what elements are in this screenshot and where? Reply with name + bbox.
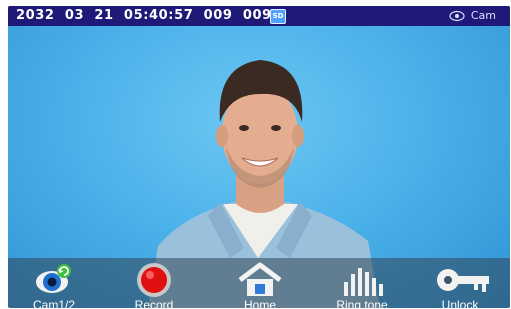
key-icon xyxy=(437,269,489,292)
record-button[interactable]: Record xyxy=(114,258,194,308)
unlock-label: Unlock xyxy=(441,298,479,308)
camera-eye-icon xyxy=(36,264,71,293)
camera-indicator: Cam xyxy=(449,9,496,22)
home-icon xyxy=(238,262,282,296)
ringtone-icon xyxy=(344,268,383,296)
record-label: Record xyxy=(134,298,174,308)
cam-switch-label: Cam1/2 xyxy=(32,298,76,308)
ringtone-label: Ring tone xyxy=(336,298,388,308)
status-bar: 2032 03 21 05:40:57 009 009 SD Cam xyxy=(8,6,510,26)
record-icon xyxy=(137,263,171,297)
eye-icon xyxy=(449,10,465,22)
datetime-readout: 2032 03 21 05:40:57 009 009 xyxy=(16,8,272,23)
intercom-screen: 2032 03 21 05:40:57 009 009 SD Cam Cam1/… xyxy=(8,6,510,308)
camera-indicator-label: Cam xyxy=(470,9,496,22)
unlock-button[interactable]: Unlock xyxy=(420,258,500,308)
sd-card-icon: SD xyxy=(270,9,286,24)
ringtone-button[interactable]: Ring tone xyxy=(322,258,402,308)
cam-switch-button[interactable]: Cam1/2 xyxy=(14,258,94,308)
home-button[interactable]: Home xyxy=(220,258,300,308)
bottom-toolbar: Cam1/2 Record Home Ring tone Unlock xyxy=(8,258,510,308)
home-label: Home xyxy=(243,298,276,308)
